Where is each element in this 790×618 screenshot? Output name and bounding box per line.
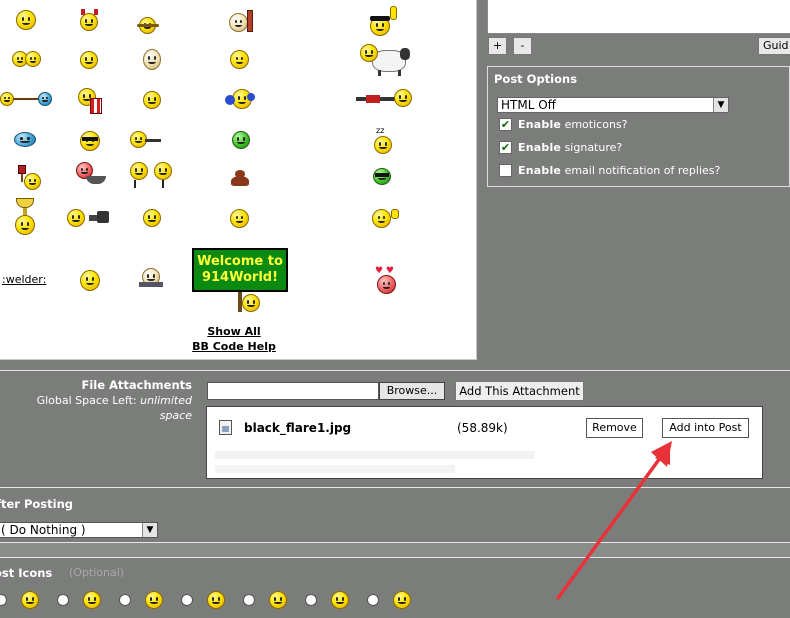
remove-attachment-button[interactable]: Remove bbox=[586, 418, 643, 438]
attachment-filesize: (58.89k) bbox=[457, 421, 508, 435]
space-left-value: unlimited space bbox=[140, 394, 192, 422]
smilie-smile-icon[interactable] bbox=[16, 10, 36, 30]
add-attachment-button[interactable]: Add This Attachment bbox=[455, 381, 584, 401]
smilie-smirk-icon[interactable] bbox=[230, 209, 249, 228]
after-posting-section: fter Posting ( Do Nothing ) ▼ bbox=[0, 487, 790, 543]
post-icons-label: ost Icons bbox=[0, 566, 53, 580]
guide-button[interactable]: Guid bbox=[758, 37, 790, 55]
smilie-love-icon[interactable]: ♥ ♥ bbox=[375, 267, 399, 295]
smilie-sleepy-icon[interactable]: zz bbox=[374, 127, 394, 155]
post-icons-optional-hint: (Optional) bbox=[69, 566, 125, 579]
post-icon-radio[interactable] bbox=[243, 594, 255, 606]
smilie-cooking-icon[interactable] bbox=[76, 162, 106, 186]
post-icon-radio[interactable] bbox=[57, 594, 69, 606]
bbcode-help-link[interactable]: BB Code Help bbox=[186, 340, 282, 353]
faded-text-line bbox=[215, 451, 535, 459]
image-file-icon bbox=[219, 420, 232, 435]
smilie-sign-smiley-icon bbox=[242, 294, 260, 312]
email-notification-checkbox[interactable] bbox=[499, 163, 512, 177]
after-posting-select[interactable]: ( Do Nothing ) ▼ bbox=[0, 522, 158, 538]
file-path-input[interactable] bbox=[207, 382, 379, 400]
smilie-sign-holder-icon[interactable] bbox=[16, 165, 42, 191]
after-posting-select-value: ( Do Nothing ) bbox=[1, 523, 86, 537]
emoticons-checkbox[interactable]: ✔ bbox=[499, 117, 512, 131]
option-signature[interactable]: ✔ Enable signature? bbox=[499, 140, 623, 155]
html-mode-select[interactable]: HTML Off ▼ bbox=[497, 97, 729, 113]
smilie-neutral-icon[interactable] bbox=[80, 51, 98, 69]
post-icon-laugh-icon[interactable] bbox=[207, 591, 225, 609]
smilie-rockon-icon[interactable] bbox=[370, 6, 400, 36]
post-icon-radio[interactable] bbox=[305, 594, 317, 606]
html-mode-select-value: HTML Off bbox=[501, 98, 556, 112]
smilie-bald-icon[interactable] bbox=[143, 49, 161, 71]
smilie-shooting-icon[interactable] bbox=[356, 89, 412, 109]
post-icon-radio[interactable] bbox=[367, 594, 379, 606]
faded-text-line bbox=[215, 465, 455, 473]
post-icon-radio[interactable] bbox=[181, 594, 193, 606]
section-divider bbox=[0, 543, 790, 558]
global-space-left: Global Space Left: unlimited space bbox=[20, 393, 192, 423]
option-emoticons-label: emoticons? bbox=[564, 118, 628, 131]
post-icon-surprised-icon[interactable] bbox=[269, 591, 287, 609]
browse-button[interactable]: Browse... bbox=[379, 382, 445, 400]
smilie-grin-icon[interactable] bbox=[230, 50, 249, 69]
option-emoticons-bold: Enable bbox=[518, 118, 562, 131]
smilie-thumbs-up-icon[interactable] bbox=[372, 207, 400, 229]
smilie-cool-icon[interactable] bbox=[80, 131, 100, 151]
smilie-whale-icon[interactable] bbox=[14, 132, 38, 148]
after-posting-label: fter Posting bbox=[0, 497, 74, 511]
signature-checkbox[interactable]: ✔ bbox=[499, 140, 512, 154]
smilie-boxing-icon[interactable] bbox=[225, 89, 255, 111]
chevron-down-icon: ▼ bbox=[713, 98, 728, 112]
smilie-sheep-icon[interactable] bbox=[360, 44, 410, 76]
option-email-label: email notification of replies? bbox=[564, 164, 721, 177]
decrease-size-button[interactable]: - bbox=[513, 37, 532, 55]
option-email-notification[interactable]: Enable email notification of replies? bbox=[499, 163, 721, 178]
file-attachments-section: File Attachments Global Space Left: unli… bbox=[0, 370, 790, 486]
attachment-list: black_flare1.jpg (58.89k) Remove Add int… bbox=[206, 406, 763, 479]
show-all-link[interactable]: Show All bbox=[186, 325, 282, 338]
post-icon-angry-icon[interactable] bbox=[393, 591, 411, 609]
add-into-post-button[interactable]: Add into Post bbox=[662, 418, 749, 438]
smilie-headbang-icon[interactable] bbox=[229, 10, 253, 32]
space-left-label: Global Space Left: bbox=[36, 394, 137, 407]
smilie-content-icon[interactable] bbox=[143, 91, 161, 109]
smilie-poop-icon[interactable] bbox=[231, 170, 249, 186]
post-icon-wink-icon[interactable] bbox=[83, 591, 101, 609]
smilie-alien-icon[interactable] bbox=[373, 168, 393, 186]
smilie-trophy-icon[interactable] bbox=[12, 198, 38, 238]
smilie-planet-icon[interactable] bbox=[137, 17, 159, 35]
increase-size-button[interactable]: + bbox=[488, 37, 507, 55]
option-emoticons[interactable]: ✔ Enable emoticons? bbox=[499, 117, 628, 132]
smilies-panel: zz :welder: Welcome to 914World! ♥ ♥ Sho… bbox=[0, 0, 477, 360]
post-icon-radio[interactable] bbox=[119, 594, 131, 606]
smilie-devil-icon[interactable] bbox=[80, 9, 100, 31]
option-signature-label: signature? bbox=[564, 141, 623, 154]
post-icon-happy-icon[interactable] bbox=[145, 591, 163, 609]
smilie-sick-icon[interactable] bbox=[232, 131, 250, 149]
smilie-glare-icon[interactable] bbox=[143, 209, 161, 227]
post-icons-section: ost Icons (Optional) bbox=[0, 559, 790, 618]
smilie-welder-link[interactable]: :welder: bbox=[2, 273, 46, 286]
post-options-title: Post Options bbox=[494, 72, 578, 86]
smilie-cheerleaders-icon[interactable] bbox=[128, 162, 176, 188]
editor-textarea[interactable] bbox=[487, 0, 790, 34]
smilie-popcorn-icon[interactable] bbox=[78, 88, 104, 116]
option-email-bold: Enable bbox=[518, 164, 562, 177]
attachment-filename: black_flare1.jpg bbox=[244, 421, 352, 435]
smilie-computer-icon[interactable] bbox=[67, 209, 109, 231]
smilie-gunner-icon[interactable] bbox=[130, 131, 162, 149]
post-icon-radio[interactable] bbox=[0, 594, 7, 606]
post-icon-smile-icon[interactable] bbox=[21, 591, 39, 609]
file-attachments-label: File Attachments bbox=[81, 378, 192, 392]
post-icon-grin-icon[interactable] bbox=[331, 591, 349, 609]
smilie-robot-icon[interactable] bbox=[139, 268, 163, 290]
post-options-panel: Post Options HTML Off ▼ ✔ Enable emoticon… bbox=[487, 66, 790, 187]
smilie-tug-of-war-icon[interactable] bbox=[0, 92, 52, 108]
option-signature-bold: Enable bbox=[518, 141, 562, 154]
chevron-down-icon: ▼ bbox=[142, 523, 157, 537]
smilie-twins-icon[interactable] bbox=[12, 51, 42, 68]
smilie-laugh-icon[interactable] bbox=[80, 270, 100, 291]
welcome-sign-icon[interactable]: Welcome to 914World! bbox=[192, 248, 288, 292]
